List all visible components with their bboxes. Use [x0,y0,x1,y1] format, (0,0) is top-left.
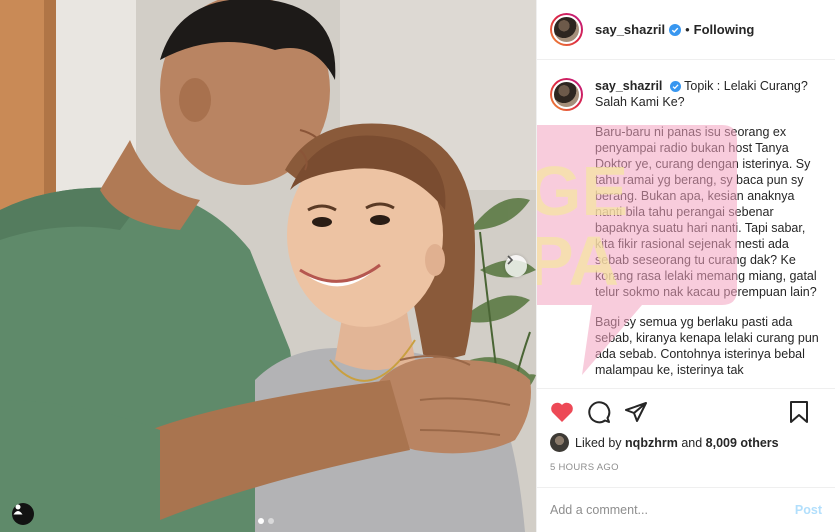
action-icons [550,397,822,427]
comment-button[interactable] [587,400,611,424]
caption-avatar [552,80,581,109]
caption-username[interactable]: say_shazril [595,79,662,93]
bookmark-icon [790,401,808,423]
user-tag-icon [13,504,23,515]
chevron-right-icon [507,255,514,265]
carousel-dot [268,518,274,524]
action-bar: Liked by nqbzhrm and 8,009 others 5 HOUR… [537,388,835,473]
post-comment-button[interactable]: Post [795,503,822,517]
caption: say_shazril Topik : Lelaki Curang? Salah… [550,78,819,378]
post-photo[interactable] [0,0,536,532]
likes-prefix: Liked by [575,435,622,450]
following-button[interactable]: Following [694,22,755,37]
tagged-users-button[interactable] [12,503,34,525]
header-username[interactable]: say_shazril [595,22,665,37]
post-timestamp[interactable]: 5 HOURS AGO [550,462,822,473]
comments-area[interactable]: GE PA say_shazril Topik: Lelaki Curang?… [537,60,835,388]
save-button[interactable] [789,400,809,424]
story-ring[interactable] [550,13,583,46]
share-button[interactable] [624,400,648,424]
photo-illustration [0,0,536,532]
heart-filled-icon [551,402,573,422]
post-header: say_shazril • Following [537,0,835,60]
liker-avatar[interactable] [550,433,569,452]
verified-badge-icon [669,23,682,36]
caption-paragraph-1: Baru-baru ni panas isu seorang ex penyam… [595,125,817,299]
avatar [552,15,581,44]
post-side-panel: say_shazril • Following GE PA say_shazri… [536,0,835,532]
instagram-post: say_shazril • Following GE PA say_shazri… [0,0,835,532]
likes-count[interactable]: 8,009 others [706,436,779,450]
paper-plane-icon [625,402,647,422]
header-separator: • [685,22,690,37]
carousel-next-button[interactable] [505,255,527,277]
caption-body: say_shazril Topik : Lelaki Curang? Salah… [595,78,819,378]
comment-input[interactable] [550,503,795,517]
caption-paragraph-2: Bagi sy semua yg berlaku pasti ada sebab… [595,315,819,377]
liker-username[interactable]: nqbzhrm [625,436,678,450]
carousel-indicator [258,518,274,524]
likes-conjunction: and [681,435,703,450]
caption-story-ring[interactable] [550,78,583,111]
verified-badge-icon [669,81,681,93]
like-button[interactable] [550,401,574,423]
add-comment-bar: Post [537,487,835,532]
carousel-dot-active [258,518,264,524]
comment-bubble-icon [588,401,611,424]
likes-summary: Liked by nqbzhrm and 8,009 others [550,433,822,452]
